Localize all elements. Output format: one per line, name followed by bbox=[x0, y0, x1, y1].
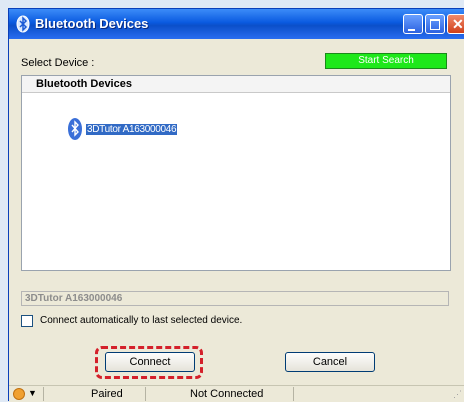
status-separator bbox=[145, 387, 146, 401]
close-icon: ✕ bbox=[452, 16, 464, 32]
bluetooth-devices-window: Bluetooth Devices ✕ Select Device : Star… bbox=[8, 8, 464, 402]
maximize-button[interactable] bbox=[425, 14, 445, 34]
cancel-button[interactable]: Cancel bbox=[285, 352, 375, 372]
bluetooth-icon bbox=[16, 15, 30, 33]
select-device-label: Select Device : bbox=[21, 57, 95, 69]
dropdown-arrow-icon[interactable]: ▼ bbox=[28, 388, 37, 398]
start-search-button[interactable]: Start Search bbox=[325, 53, 447, 69]
status-separator bbox=[293, 387, 294, 401]
selected-device-field: 3DTutor A163000046 bbox=[21, 291, 449, 306]
status-paired: Paired bbox=[91, 388, 123, 400]
status-separator bbox=[43, 387, 44, 401]
close-button[interactable]: ✕ bbox=[447, 14, 464, 34]
bluetooth-device-icon bbox=[68, 118, 82, 140]
list-item-device[interactable]: 3DTutor A163000046 bbox=[86, 124, 178, 135]
maximize-icon bbox=[430, 19, 440, 30]
resize-grip-icon[interactable]: ⋰ bbox=[453, 389, 462, 400]
device-list-header-label: Bluetooth Devices bbox=[36, 78, 132, 90]
device-list-header: Bluetooth Devices bbox=[22, 76, 450, 93]
title-bar[interactable]: Bluetooth Devices ✕ bbox=[9, 9, 464, 39]
auto-connect-checkbox[interactable] bbox=[21, 315, 33, 327]
minimize-button[interactable] bbox=[403, 14, 423, 34]
device-list[interactable]: Bluetooth Devices 3DTutor A163000046 bbox=[21, 75, 451, 271]
window-title: Bluetooth Devices bbox=[35, 16, 149, 31]
settings-gear-icon[interactable] bbox=[13, 388, 25, 400]
minimize-icon bbox=[408, 29, 415, 31]
auto-connect-label: Connect automatically to last selected d… bbox=[40, 315, 243, 326]
status-connection: Not Connected bbox=[190, 388, 264, 400]
status-bar: ▼ Paired Not Connected ⋰ bbox=[9, 385, 464, 402]
connect-button[interactable]: Connect bbox=[105, 352, 195, 372]
